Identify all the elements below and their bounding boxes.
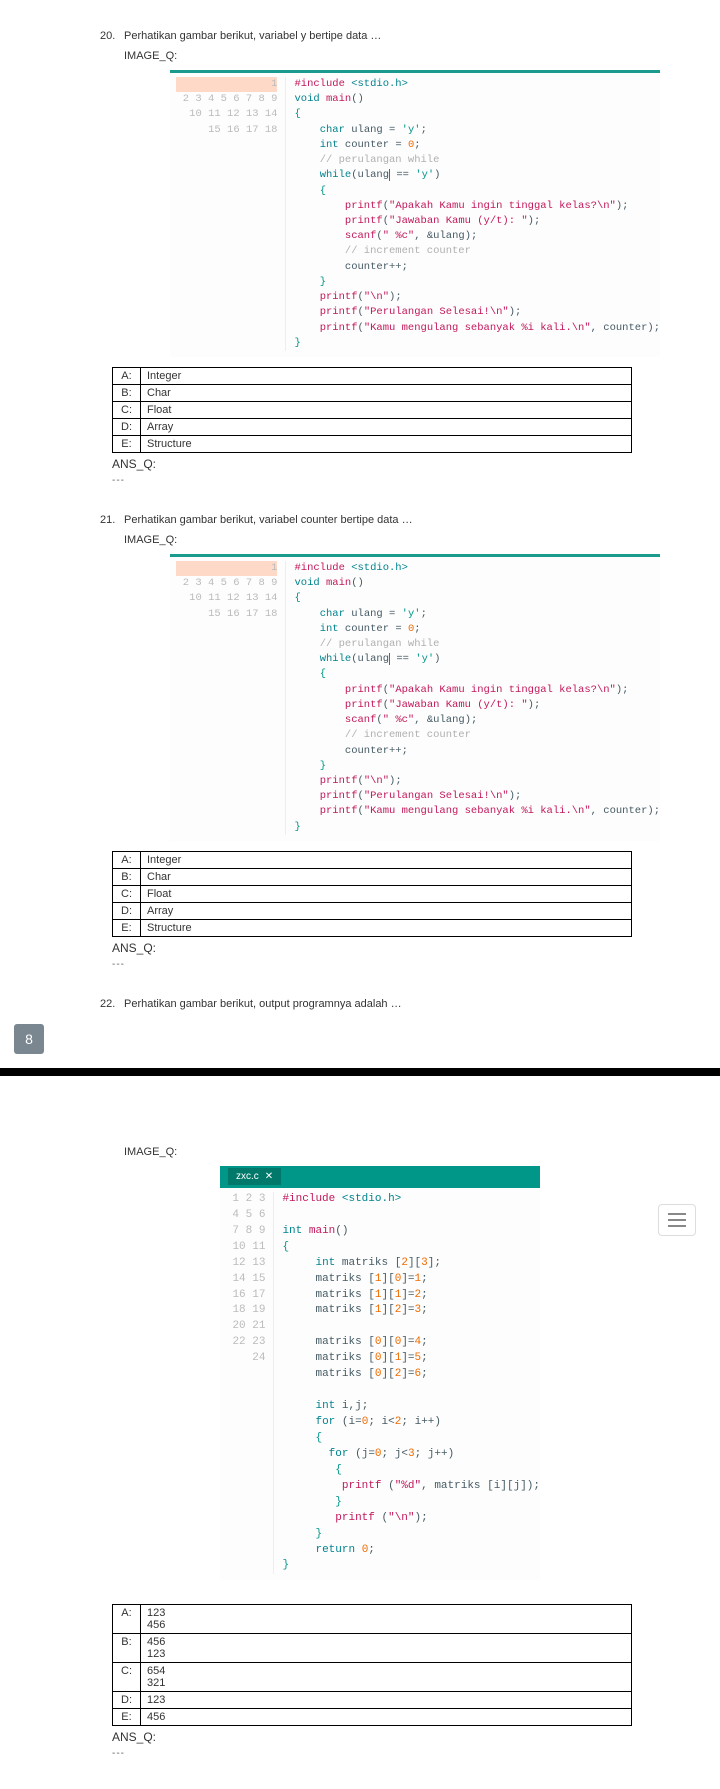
question-text: Perhatikan gambar berikut, variabel coun…: [124, 514, 660, 526]
code-gutter: 1 2 3 4 5 6 7 8 9 10 11 12 13 14 15 16 1…: [220, 1192, 274, 1575]
answer-label: A:: [113, 367, 141, 384]
answer-label: E:: [113, 435, 141, 452]
answer-text: 123 456: [141, 1605, 632, 1634]
code-tab-label: zxc.c: [236, 1171, 259, 1182]
table-row: C:Float: [113, 885, 632, 902]
page-2: IMAGE_Q: zxc.c ✕ 1 2 3 4 5 6 7 8 9 10 11…: [0, 1076, 720, 1789]
table-row: C:654 321: [113, 1663, 632, 1692]
close-icon[interactable]: ✕: [265, 1171, 273, 1182]
answer-text: 654 321: [141, 1663, 632, 1692]
answer-text: 456: [141, 1709, 632, 1726]
answer-text: Char: [141, 384, 632, 401]
answer-text: Char: [141, 868, 632, 885]
answer-label: B:: [113, 384, 141, 401]
image-q-label: IMAGE_Q:: [124, 534, 660, 546]
code-block-q22: zxc.c ✕ 1 2 3 4 5 6 7 8 9 10 11 12 13 14…: [220, 1166, 540, 1581]
answer-label: D:: [113, 902, 141, 919]
answer-text: Integer: [141, 367, 632, 384]
question-number: 22.: [100, 998, 124, 1010]
table-row: E:Structure: [113, 919, 632, 936]
code-block-q21: 1 2 3 4 5 6 7 8 9 10 11 12 13 14 15 16 1…: [170, 554, 660, 841]
table-row: D:Array: [113, 418, 632, 435]
code-tab-bar: zxc.c ✕: [220, 1166, 540, 1188]
code-tab[interactable]: zxc.c ✕: [228, 1168, 281, 1185]
answer-table-q21: A:Integer B:Char C:Float D:Array E:Struc…: [112, 851, 632, 937]
code-gutter: 1 2 3 4 5 6 7 8 9 10 11 12 13 14 15 16 1…: [170, 77, 286, 351]
answer-text: Array: [141, 418, 632, 435]
dashes: ---: [112, 475, 660, 486]
table-row: A:Integer: [113, 367, 632, 384]
question-20: 20. Perhatikan gambar berikut, variabel …: [100, 30, 660, 486]
code-body: #include <stdio.h> void main() { char ul…: [286, 561, 660, 835]
answer-label: C:: [113, 401, 141, 418]
dashes: ---: [112, 959, 660, 970]
answer-label: B:: [113, 1634, 141, 1663]
answer-text: Structure: [141, 435, 632, 452]
question-number: 20.: [100, 30, 124, 42]
table-row: B:456 123: [113, 1634, 632, 1663]
answer-label: C:: [113, 1663, 141, 1692]
table-row: C:Float: [113, 401, 632, 418]
ans-q-label: ANS_Q:: [112, 457, 660, 471]
code-body: #include <stdio.h> int main() { int matr…: [274, 1192, 540, 1575]
question-text: Perhatikan gambar berikut, variabel y be…: [124, 30, 660, 42]
page-1: 20. Perhatikan gambar berikut, variabel …: [0, 0, 720, 1068]
answer-text: 456 123: [141, 1634, 632, 1663]
answer-label: E:: [113, 1709, 141, 1726]
code-block-q20: 1 2 3 4 5 6 7 8 9 10 11 12 13 14 15 16 1…: [170, 70, 660, 357]
answer-label: B:: [113, 868, 141, 885]
answer-text: Integer: [141, 851, 632, 868]
answer-table-q20: A:Integer B:Char C:Float D:Array E:Struc…: [112, 367, 632, 453]
answer-text: 123: [141, 1692, 632, 1709]
answer-label: D:: [113, 1692, 141, 1709]
table-row: A:Integer: [113, 851, 632, 868]
answer-text: Structure: [141, 919, 632, 936]
answer-label: D:: [113, 418, 141, 435]
question-22-header: 22. Perhatikan gambar berikut, output pr…: [100, 998, 660, 1010]
answer-label: A:: [113, 851, 141, 868]
table-row: B:Char: [113, 384, 632, 401]
image-q-label: IMAGE_Q:: [124, 1146, 660, 1158]
dashes: ---: [112, 1748, 660, 1759]
page-break: [0, 1068, 720, 1076]
image-q-label: IMAGE_Q:: [124, 50, 660, 62]
page-number: 8: [14, 1024, 44, 1054]
answer-label: E:: [113, 919, 141, 936]
answer-label: A:: [113, 1605, 141, 1634]
table-row: E:456: [113, 1709, 632, 1726]
hamburger-icon[interactable]: [658, 1204, 696, 1236]
question-21: 21. Perhatikan gambar berikut, variabel …: [100, 514, 660, 970]
answer-table-q22: A:123 456 B:456 123 C:654 321 D:123 E:45…: [112, 1604, 632, 1726]
answer-text: Array: [141, 902, 632, 919]
table-row: A:123 456: [113, 1605, 632, 1634]
code-gutter: 1 2 3 4 5 6 7 8 9 10 11 12 13 14 15 16 1…: [170, 561, 286, 835]
table-row: D:Array: [113, 902, 632, 919]
ans-q-label: ANS_Q:: [112, 941, 660, 955]
question-number: 21.: [100, 514, 124, 526]
question-text: Perhatikan gambar berikut, output progra…: [124, 998, 660, 1010]
answer-text: Float: [141, 401, 632, 418]
table-row: D:123: [113, 1692, 632, 1709]
table-row: E:Structure: [113, 435, 632, 452]
table-row: B:Char: [113, 868, 632, 885]
answer-text: Float: [141, 885, 632, 902]
answer-label: C:: [113, 885, 141, 902]
ans-q-label: ANS_Q:: [112, 1730, 660, 1744]
code-body: #include <stdio.h> void main() { char ul…: [286, 77, 660, 351]
